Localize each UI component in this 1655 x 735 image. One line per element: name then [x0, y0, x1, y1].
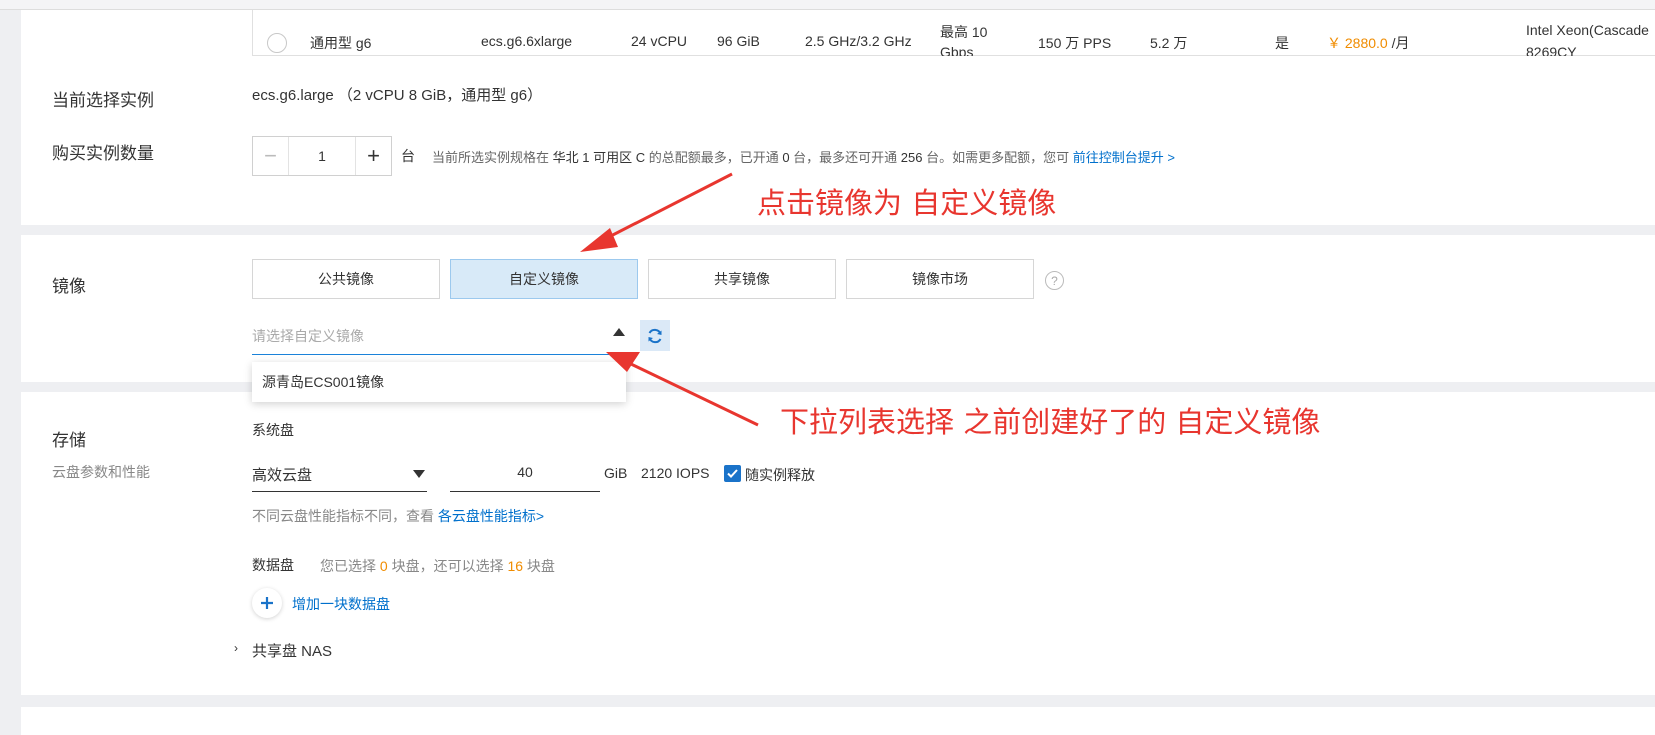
annotation-arrows [580, 172, 759, 427]
arrow-to-dropdown [606, 352, 759, 427]
arrow-to-custom-tab [580, 172, 733, 252]
